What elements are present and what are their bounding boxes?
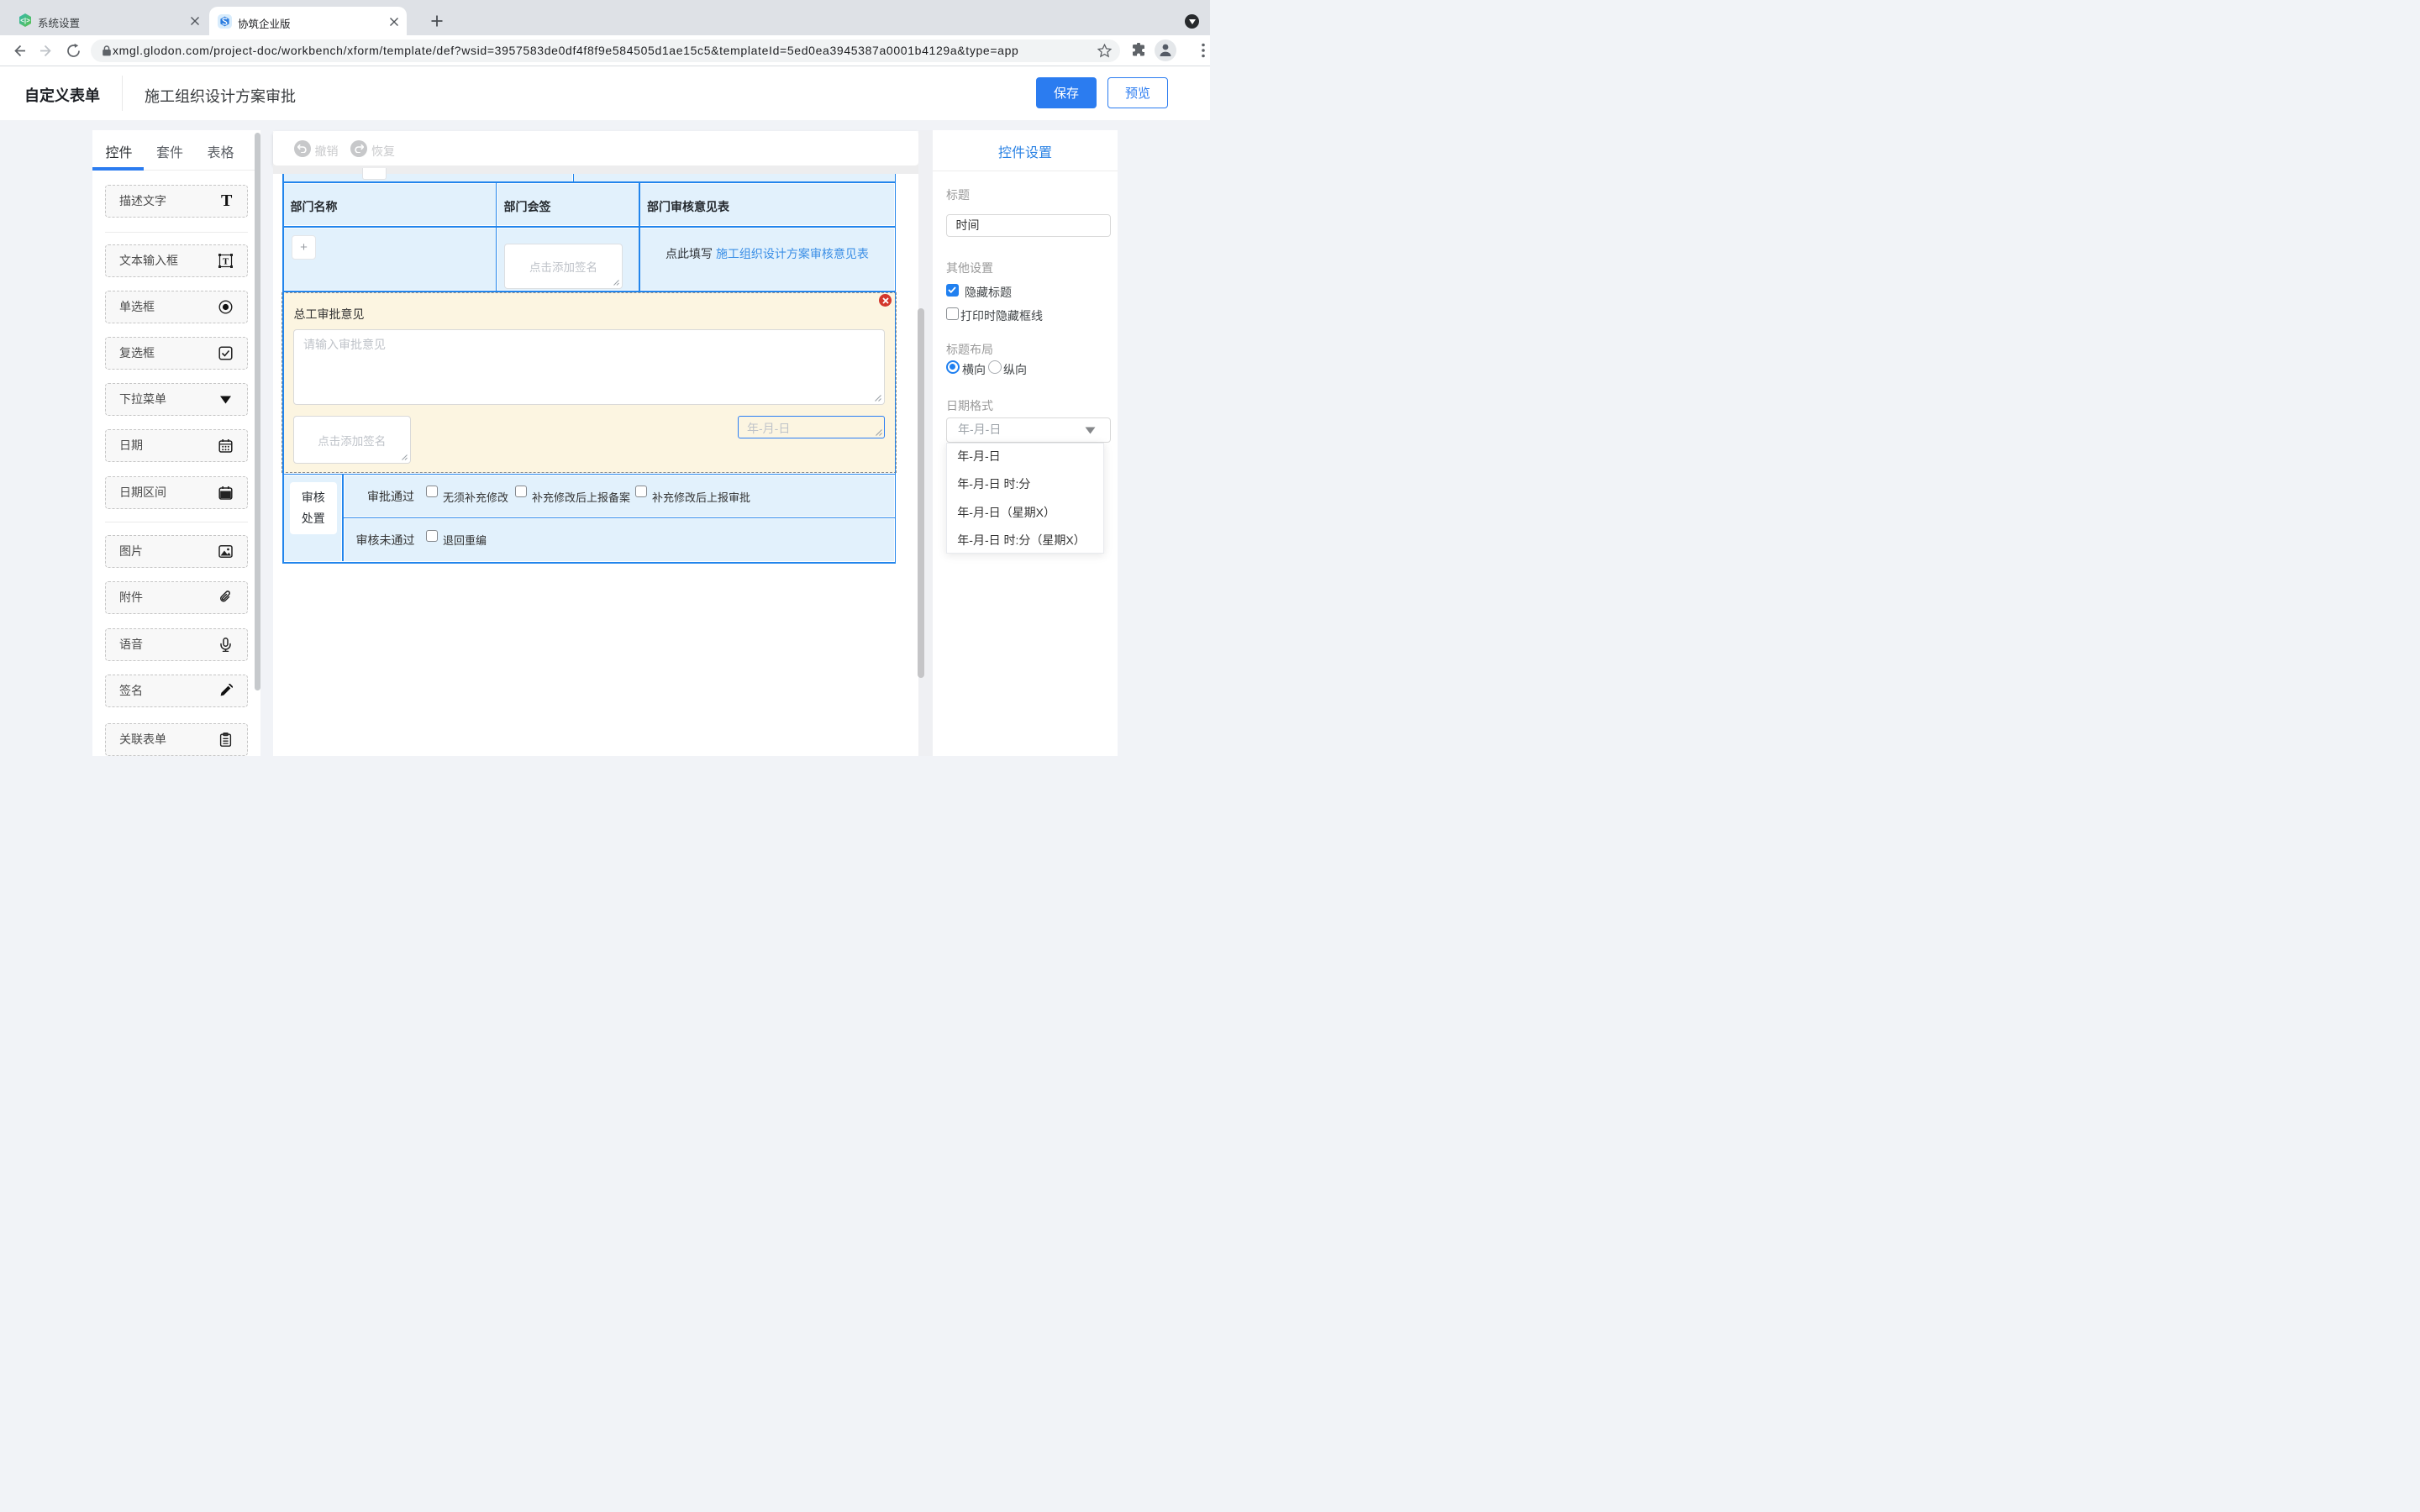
svg-text:<|>: <|> [20,17,30,24]
svg-text:T: T [223,257,229,267]
